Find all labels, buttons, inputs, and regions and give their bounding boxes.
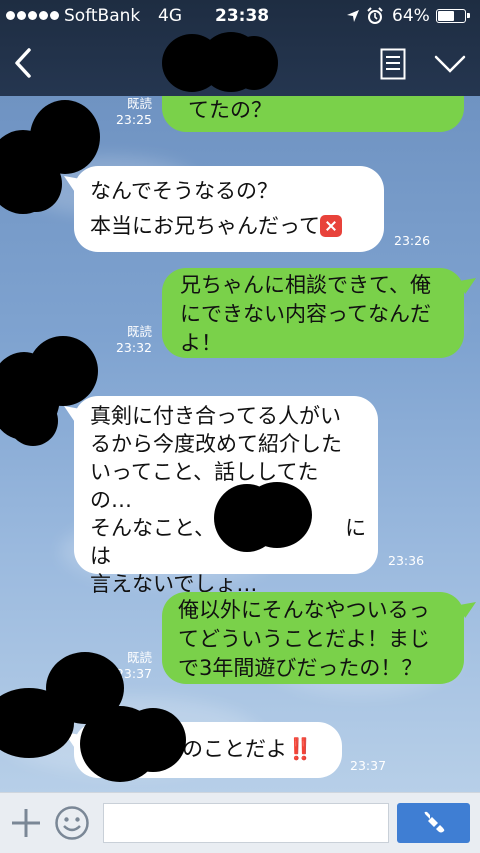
outgoing-message[interactable]: 俺以外にそんなやついるっ てどういうことだよ！まじ で3年間遊びだったの！？ [162,592,476,684]
read-receipt: 既読 23:32 [115,324,152,355]
battery-icon [436,9,470,23]
message-text: 兄ちゃんに相談できて、俺 [180,273,431,297]
double-exclamation-icon: ‼️ [287,737,314,761]
location-arrow-icon [347,10,359,22]
chevron-left-icon[interactable] [12,47,34,79]
outgoing-message[interactable]: てたの？ [162,96,464,132]
message-text: 真剣に付き合ってる人がい [90,404,341,428]
message-text: 本当にお兄ちゃんだって [90,209,384,244]
incoming-message[interactable]: 真剣に付き合ってる人がい るから今度改めて紹介した いってこと、話ししてた の…… [64,396,378,596]
call-button[interactable] [397,803,470,843]
message-text: てたの？ [188,98,272,122]
chevron-down-icon[interactable] [434,54,466,74]
incoming-message[interactable]: なんでそうなるの？ 本当にお兄ちゃんだって [64,166,384,252]
message-text: にできない内容ってなんだ [180,302,431,326]
battery-percent: 64% [392,6,430,26]
message-time: 23:26 [394,233,431,248]
message-text: 俺以外にそんなやついるっ [178,598,430,622]
message-input[interactable] [103,803,389,843]
alarm-clock-icon [367,7,383,24]
outgoing-message[interactable]: 兄ちゃんに相談できて、俺 にできない内容ってなんだ よ！ [162,268,476,358]
composer-bar [0,792,480,853]
message-text: いってこと、話ししてた [90,460,319,484]
anger-icon [319,215,342,237]
message-text: よ！ [180,331,222,355]
message-text: てどういうことだよ！まじ [178,627,430,651]
network-label: 4G [158,6,182,26]
phone-icon [424,811,444,833]
top-bar: SoftBank 4G 23:38 64% [0,0,480,96]
plus-icon[interactable] [10,807,42,839]
chat-area[interactable]: 既読 23:25 てたの？ なんでそうなるの？ 本当にお兄ちゃんだって 23:2… [0,96,480,792]
message-text: のことだよ [182,737,287,761]
carrier-label: SoftBank [64,6,141,26]
message-time: 23:37 [350,758,387,773]
read-receipt: 既読 23:25 [115,96,152,127]
document-lines-icon[interactable] [380,48,406,80]
message-text: で3年間遊びだったの！？ [178,656,423,680]
signal-dots-icon [6,11,59,20]
message-text: るから今度改めて紹介した [90,432,342,456]
clock: 23:38 [215,6,270,26]
message-text: なんでそうなるの？ [90,179,278,203]
smiley-icon[interactable] [54,805,90,841]
message-time: 23:36 [388,553,425,568]
battery-fill [438,11,454,21]
